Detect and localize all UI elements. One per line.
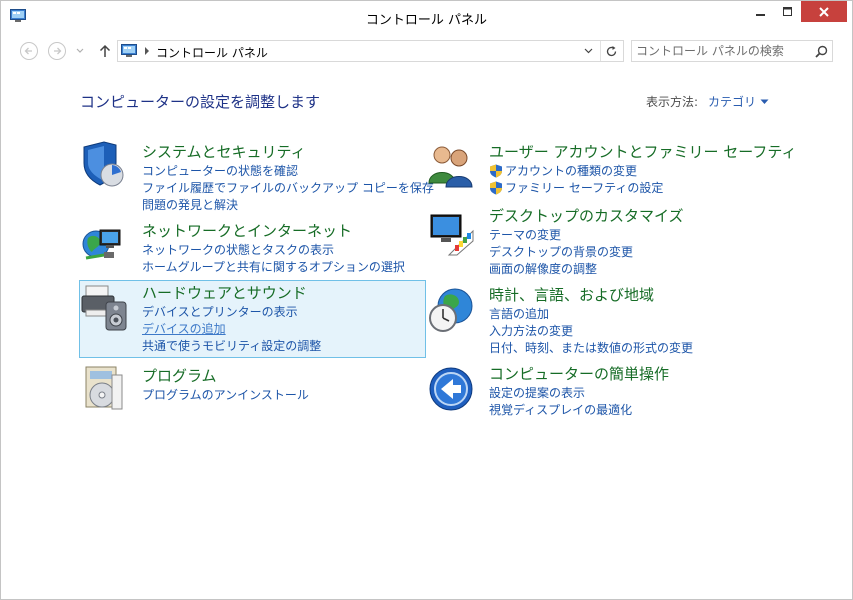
chevron-down-icon [584, 48, 592, 54]
refresh-button[interactable] [600, 41, 622, 61]
link-suggested-settings[interactable]: 設定の提案の表示 [489, 384, 632, 401]
back-arrow-icon [20, 42, 38, 60]
category-links: コンピューターの状態を確認 ファイル履歴でファイルのバックアップ コピーを保存 … [142, 162, 434, 213]
category-links: 設定の提案の表示 視覚ディスプレイの最適化 [489, 384, 632, 418]
forward-button[interactable] [46, 40, 68, 62]
maximize-icon [782, 6, 792, 16]
view-by-value: カテゴリ [708, 95, 757, 109]
link-check-computer-status[interactable]: コンピューターの状態を確認 [142, 162, 434, 179]
category-title[interactable]: ユーザー アカウントとファミリー セーフティ [489, 141, 796, 162]
chevron-down-icon [76, 48, 84, 53]
up-arrow-icon [99, 44, 111, 57]
monitor-palette-icon[interactable] [427, 211, 475, 259]
category-title[interactable]: デスクトップのカスタマイズ [489, 205, 684, 226]
printer-speaker-icon[interactable] [80, 284, 128, 332]
search-icon [814, 45, 827, 58]
users-icon[interactable] [427, 141, 475, 189]
category-links: デバイスとプリンターの表示 デバイスの追加 共通で使うモビリティ設定の調整 [142, 303, 321, 354]
breadcrumb-control-panel[interactable]: コントロール パネル [156, 44, 268, 61]
search-box[interactable] [631, 40, 833, 62]
address-bar[interactable]: コントロール パネル [117, 40, 624, 62]
address-dropdown-button[interactable] [579, 41, 597, 61]
link-change-input-method[interactable]: 入力方法の変更 [489, 322, 693, 339]
title-bar[interactable]: コントロール パネル [1, 1, 852, 33]
window-title: コントロール パネル [365, 13, 488, 28]
control-panel-window: コントロール パネル コントロール パネル コントロール パネルの検索 コンピュ… [0, 0, 853, 600]
network-globe-icon[interactable] [80, 220, 128, 268]
category-title[interactable]: 時計、言語、および地域 [489, 284, 654, 305]
category-links: 言語の追加 入力方法の変更 日付、時刻、または数値の形式の変更 [489, 305, 693, 356]
close-icon [819, 6, 829, 17]
page-heading: コンピューターの設定を調整します [80, 93, 321, 111]
uac-shield-icon [490, 181, 502, 194]
programs-icon[interactable] [80, 365, 128, 413]
maximize-button[interactable] [774, 1, 801, 22]
view-by-control: 表示方法: カテゴリ [646, 93, 769, 110]
link-change-account-type[interactable]: アカウントの種類の変更 [489, 162, 663, 179]
chevron-right-icon [144, 47, 149, 55]
link-homegroup-sharing[interactable]: ホームグループと共有に関するオプションの選択 [142, 258, 405, 275]
breadcrumb-separator[interactable] [142, 42, 152, 60]
link-adjust-resolution[interactable]: 画面の解像度の調整 [489, 260, 633, 277]
category-title[interactable]: ハードウェアとサウンド [142, 282, 307, 303]
back-button[interactable] [18, 40, 40, 62]
link-file-history-backup[interactable]: ファイル履歴でファイルのバックアップ コピーを保存 [142, 179, 434, 196]
link-devices-printers[interactable]: デバイスとプリンターの表示 [142, 303, 321, 320]
close-button[interactable] [801, 1, 847, 22]
refresh-icon [606, 45, 617, 56]
ease-of-access-icon[interactable] [427, 365, 475, 413]
view-by-dropdown[interactable]: カテゴリ [708, 93, 769, 110]
control-panel-icon [121, 43, 137, 59]
category-title[interactable]: ネットワークとインターネット [142, 220, 352, 241]
category-links: ネットワークの状態とタスクの表示 ホームグループと共有に関するオプションの選択 [142, 241, 405, 275]
link-mobility-settings[interactable]: 共通で使うモビリティ設定の調整 [142, 337, 321, 354]
link-change-theme[interactable]: テーマの変更 [489, 226, 633, 243]
category-title[interactable]: プログラム [142, 365, 217, 386]
link-add-device[interactable]: デバイスの追加 [142, 320, 321, 337]
category-title[interactable]: システムとセキュリティ [142, 141, 306, 162]
chevron-down-icon [760, 99, 769, 104]
category-title[interactable]: コンピューターの簡単操作 [489, 363, 669, 384]
up-button[interactable] [94, 40, 116, 62]
navigation-bar: コントロール パネル [1, 36, 852, 64]
minimize-button[interactable] [747, 1, 774, 22]
clock-globe-icon[interactable] [427, 286, 475, 334]
recent-locations-button[interactable] [71, 40, 89, 62]
shield-icon[interactable] [80, 141, 128, 189]
link-find-fix-problems[interactable]: 問題の発見と解決 [142, 196, 434, 213]
link-change-background[interactable]: デスクトップの背景の変更 [489, 243, 633, 260]
category-links: テーマの変更 デスクトップの背景の変更 画面の解像度の調整 [489, 226, 633, 277]
forward-arrow-icon [48, 42, 66, 60]
uac-shield-icon [490, 164, 502, 177]
link-optimize-display[interactable]: 視覚ディスプレイの最適化 [489, 401, 632, 418]
category-links: アカウントの種類の変更 ファミリー セーフティの設定 [489, 162, 663, 196]
view-by-label: 表示方法: [646, 95, 699, 109]
search-input[interactable] [636, 42, 806, 60]
category-links: プログラムのアンインストール [142, 386, 309, 403]
minimize-icon [755, 13, 765, 16]
link-network-status[interactable]: ネットワークの状態とタスクの表示 [142, 241, 405, 258]
link-add-language[interactable]: 言語の追加 [489, 305, 693, 322]
link-change-date-format[interactable]: 日付、時刻、または数値の形式の変更 [489, 339, 693, 356]
link-uninstall-program[interactable]: プログラムのアンインストール [142, 386, 309, 403]
search-button[interactable] [810, 41, 832, 61]
link-family-safety[interactable]: ファミリー セーフティの設定 [489, 179, 663, 196]
